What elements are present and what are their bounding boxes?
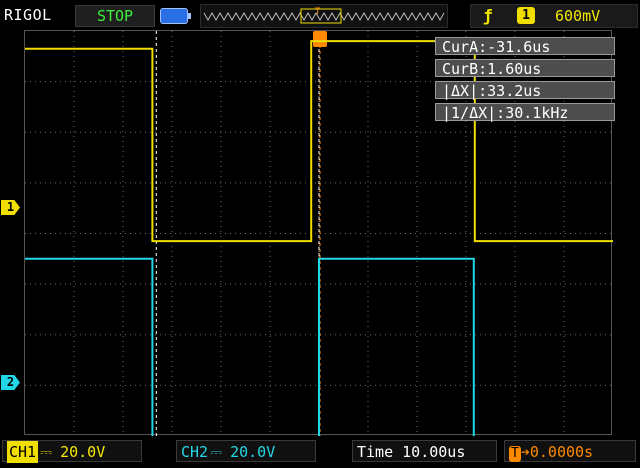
dc-coupling-icon: ⎓ bbox=[210, 443, 223, 461]
ch2-scale-value: 20.0V bbox=[230, 443, 276, 461]
cursor-readout-panel: CurA:-31.6us CurB:1.60us |ΔX|:33.2us |1/… bbox=[435, 37, 615, 125]
ch1-scale-value: 20.0V bbox=[60, 443, 106, 461]
memory-view-window[interactable] bbox=[300, 8, 342, 24]
trigger-position-icon: T bbox=[509, 446, 521, 462]
trigger-level-value: 600mV bbox=[555, 7, 601, 25]
brand-label: RIGOL bbox=[4, 6, 52, 24]
ch1-scale-box[interactable]: CH1 ⎓ 20.0V bbox=[2, 440, 142, 463]
ch2-label: CH2 bbox=[181, 443, 209, 461]
ch1-position-marker[interactable]: 1 bbox=[1, 200, 20, 215]
usb-icon bbox=[160, 8, 191, 24]
cursor-b-readout: CurB:1.60us bbox=[435, 59, 615, 78]
timebase-label: Time bbox=[357, 443, 394, 461]
ch1-label: CH1 bbox=[7, 441, 39, 463]
memory-trigger-marker-icon: T bbox=[315, 7, 321, 17]
dc-coupling-icon: ⎓ bbox=[40, 443, 53, 461]
memory-depth-bar: T bbox=[200, 4, 448, 28]
ch2-scale-box[interactable]: CH2 ⎓ 20.0V bbox=[176, 440, 316, 462]
trigger-offset-box[interactable]: T ➔0.0000s bbox=[504, 440, 636, 462]
bottom-status-bar: CH1 ⎓ 20.0V CH2 ⎓ 20.0V Time 10.00us T ➔0.000… bbox=[0, 437, 640, 468]
trigger-position-icon bbox=[313, 31, 327, 47]
timebase-value: 10.00us bbox=[402, 443, 466, 461]
trigger-source-badge: 1 bbox=[517, 7, 535, 24]
rising-edge-icon: ƒ bbox=[483, 6, 493, 25]
top-status-bar: RIGOL STOP T ƒ 1 600mV bbox=[0, 0, 640, 30]
timebase-box[interactable]: Time 10.00us bbox=[352, 440, 497, 462]
trigger-offset-value: ➔0.0000s bbox=[520, 443, 594, 461]
trigger-info-panel[interactable]: ƒ 1 600mV bbox=[470, 4, 638, 28]
trace-ch2 bbox=[25, 257, 475, 436]
run-status-indicator[interactable]: STOP bbox=[75, 5, 155, 27]
frequency-readout: |1/ΔX|:30.1kHz bbox=[435, 103, 615, 122]
memory-waveform-preview: T bbox=[203, 7, 445, 24]
cursor-a-readout: CurA:-31.6us bbox=[435, 37, 615, 56]
ch2-position-marker[interactable]: 2 bbox=[1, 375, 20, 390]
delta-x-readout: |ΔX|:33.2us bbox=[435, 81, 615, 100]
